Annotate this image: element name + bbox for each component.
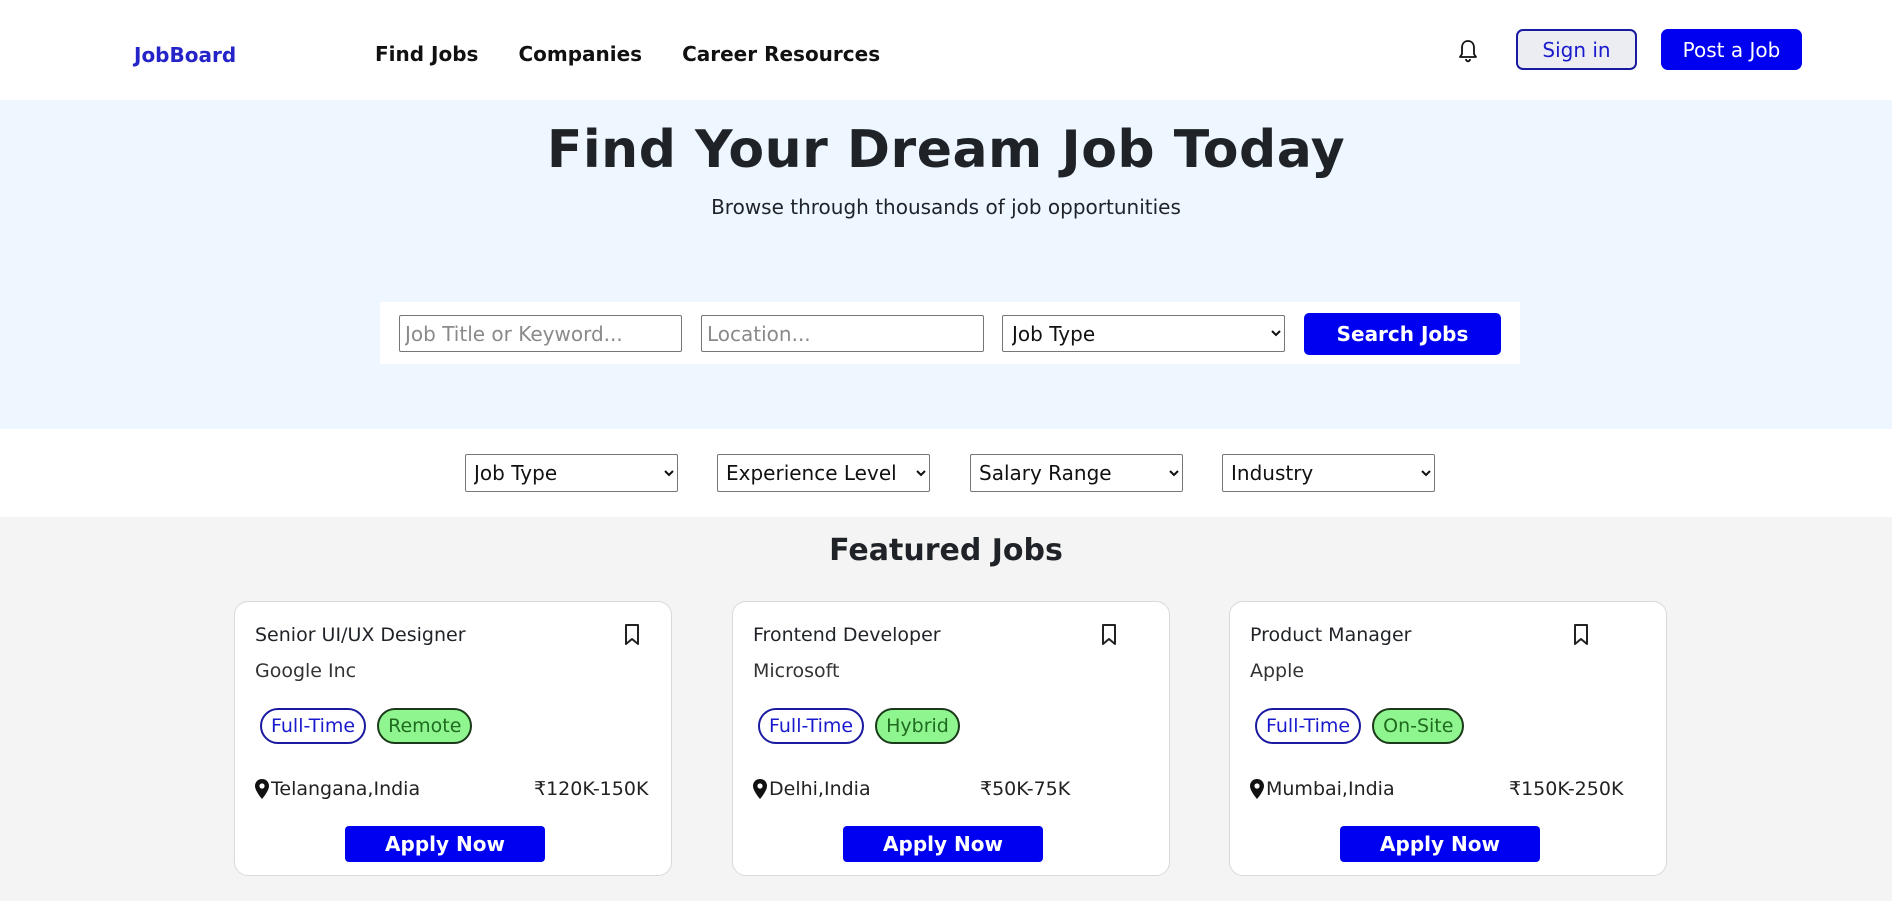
bookmark-icon[interactable] bbox=[623, 623, 641, 647]
apply-now-button[interactable]: Apply Now bbox=[1340, 826, 1540, 862]
nav-companies[interactable]: Companies bbox=[518, 42, 642, 66]
job-type-filter[interactable]: Job Type bbox=[465, 454, 678, 492]
map-pin-icon bbox=[255, 779, 269, 799]
featured-jobs-heading: Featured Jobs bbox=[829, 533, 1063, 568]
job-location-text: Delhi,India bbox=[769, 778, 871, 800]
salary-range-filter[interactable]: Salary Range bbox=[970, 454, 1183, 492]
job-location: Mumbai,India bbox=[1250, 778, 1395, 800]
job-tags: Full-Time Remote bbox=[260, 708, 473, 744]
employment-type-tag: Full-Time bbox=[758, 708, 865, 744]
map-pin-icon bbox=[1250, 779, 1264, 799]
hero-section: Find Your Dream Job Today Browse through… bbox=[0, 100, 1892, 429]
industry-filter[interactable]: Industry bbox=[1222, 454, 1435, 492]
job-card: Product Manager Apple Full-Time On-Site … bbox=[1229, 601, 1667, 876]
apply-now-button[interactable]: Apply Now bbox=[843, 826, 1043, 862]
brand-logo[interactable]: JobBoard bbox=[134, 43, 236, 67]
bell-icon[interactable] bbox=[1456, 38, 1480, 64]
job-card: Frontend Developer Microsoft Full-Time H… bbox=[732, 601, 1170, 876]
keyword-search-input[interactable] bbox=[399, 315, 682, 352]
company-name: Google Inc bbox=[255, 660, 357, 682]
apply-now-button[interactable]: Apply Now bbox=[345, 826, 545, 862]
post-job-button[interactable]: Post a Job bbox=[1661, 29, 1802, 70]
hero-title: Find Your Dream Job Today bbox=[546, 120, 1346, 180]
top-navbar: JobBoard Find Jobs Companies Career Reso… bbox=[0, 0, 1892, 100]
work-mode-tag: Remote bbox=[377, 708, 473, 744]
job-title: Product Manager bbox=[1250, 624, 1412, 646]
job-title: Senior UI/UX Designer bbox=[255, 624, 466, 646]
employment-type-tag: Full-Time bbox=[1255, 708, 1362, 744]
main-nav: Find Jobs Companies Career Resources bbox=[375, 42, 880, 66]
map-pin-icon bbox=[753, 779, 767, 799]
company-name: Microsoft bbox=[753, 660, 840, 682]
experience-level-filter[interactable]: Experience Level bbox=[717, 454, 930, 492]
filter-bar: Job Type Experience Level Salary Range I… bbox=[0, 429, 1892, 517]
job-salary: ₹50K-75K bbox=[980, 778, 1071, 800]
location-search-input[interactable] bbox=[701, 315, 984, 352]
search-jobs-button[interactable]: Search Jobs bbox=[1304, 313, 1501, 355]
work-mode-tag: On-Site bbox=[1372, 708, 1465, 744]
work-mode-tag: Hybrid bbox=[875, 708, 960, 744]
company-name: Apple bbox=[1250, 660, 1305, 682]
employment-type-tag: Full-Time bbox=[260, 708, 367, 744]
search-bar: Job Type Search Jobs bbox=[380, 302, 1520, 364]
bookmark-icon[interactable] bbox=[1572, 623, 1590, 647]
hero-subtitle: Browse through thousands of job opportun… bbox=[711, 195, 1181, 219]
job-location-text: Mumbai,India bbox=[1266, 778, 1395, 800]
nav-find-jobs[interactable]: Find Jobs bbox=[375, 42, 478, 66]
job-card: Senior UI/UX Designer Google Inc Full-Ti… bbox=[234, 601, 672, 876]
job-tags: Full-Time Hybrid bbox=[758, 708, 960, 744]
job-type-search-select[interactable]: Job Type bbox=[1002, 315, 1285, 352]
job-title: Frontend Developer bbox=[753, 624, 941, 646]
job-tags: Full-Time On-Site bbox=[1255, 708, 1465, 744]
job-location: Delhi,India bbox=[753, 778, 871, 800]
sign-in-button[interactable]: Sign in bbox=[1516, 29, 1637, 70]
bookmark-icon[interactable] bbox=[1100, 623, 1118, 647]
job-salary: ₹150K-250K bbox=[1509, 778, 1624, 800]
nav-career-resources[interactable]: Career Resources bbox=[682, 42, 880, 66]
job-salary: ₹120K-150K bbox=[534, 778, 649, 800]
job-location-text: Telangana,India bbox=[271, 778, 421, 800]
job-location: Telangana,India bbox=[255, 778, 420, 800]
